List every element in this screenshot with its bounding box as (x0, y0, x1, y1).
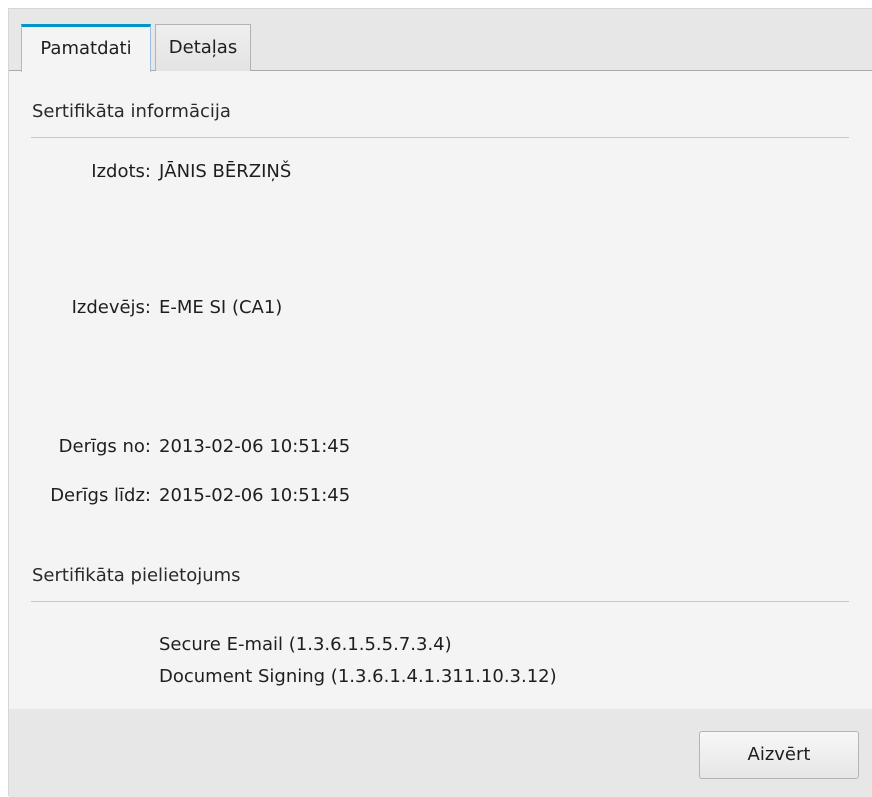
valid-to-label: Derīgs līdz: (50, 485, 151, 506)
valid-from-value: 2013-02-06 10:51:45 (159, 436, 351, 457)
issuer-value: E-ME SI (CA1) (159, 297, 283, 318)
certificate-info-heading: Sertifikāta informācija (32, 101, 231, 122)
valid-from-label: Derīgs no: (58, 436, 151, 457)
certificate-info-divider (31, 137, 849, 138)
certificate-dialog: Pamatdati Detaļas Sertifikāta informācij… (8, 8, 872, 797)
valid-to-value: 2015-02-06 10:51:45 (159, 485, 351, 506)
certificate-usage-divider (31, 601, 849, 602)
usage-list: Secure E-mail (1.3.6.1.5.5.7.3.4) Docume… (159, 629, 557, 693)
tab-bar: Pamatdati Detaļas (9, 9, 872, 72)
issued-to-label: Izdots: (91, 161, 151, 182)
certificate-usage-heading: Sertifikāta pielietojums (32, 565, 241, 586)
usage-item: Document Signing (1.3.6.1.4.1.311.10.3.1… (159, 666, 557, 687)
issued-to-value: JĀNIS BĒRZIŅŠ (159, 161, 292, 182)
issuer-label: Izdevējs: (71, 297, 151, 318)
close-button[interactable]: Aizvērt (699, 731, 859, 779)
usage-item: Secure E-mail (1.3.6.1.5.5.7.3.4) (159, 634, 452, 655)
tab-details[interactable]: Detaļas (155, 24, 251, 71)
tab-basic[interactable]: Pamatdati (21, 24, 151, 72)
dialog-footer: Aizvērt (9, 709, 872, 797)
